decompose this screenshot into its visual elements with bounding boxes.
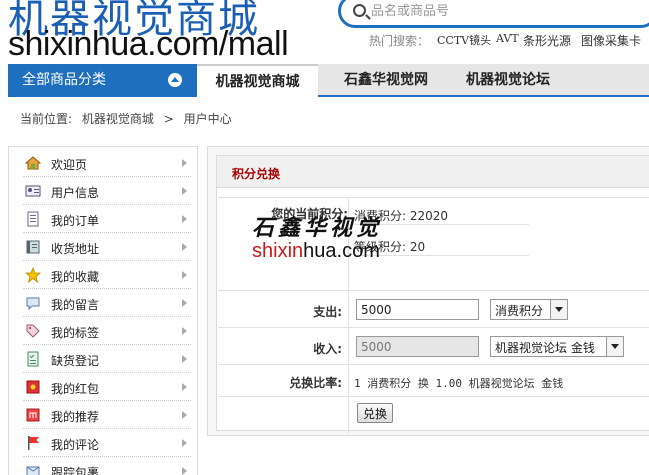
chevron-right-icon (182, 271, 187, 279)
dropdown-arrow-icon (550, 300, 567, 319)
row-divider (218, 396, 649, 397)
pay-currency-value: 消费积分 (495, 304, 544, 318)
hot-link-cctv[interactable]: CCTV镜头 (437, 32, 491, 48)
chevron-up-icon (168, 73, 182, 87)
watermark-url-red: shixin (252, 240, 304, 262)
search-input[interactable] (371, 1, 641, 21)
exchange-submit-button[interactable]: 兑换 (357, 403, 394, 423)
chevron-right-icon (182, 355, 187, 363)
sidebar-item-messages[interactable]: 我的留言 (23, 291, 191, 317)
red-packet-icon (26, 380, 40, 394)
sidebar-item-label: 我的留言 (51, 298, 100, 312)
sidebar-item-label: 缺货登记 (51, 354, 100, 368)
breadcrumb-prefix: 当前位置: (20, 112, 73, 126)
breadcrumb-current: 用户中心 (183, 112, 232, 126)
tag-icon (26, 324, 40, 338)
pay-amount-input[interactable] (356, 299, 479, 320)
flag-icon (28, 436, 39, 450)
exchange-panel-inner: 积分兑换 您的当前积分: 消费积分: 22020 等级积分: 20 支出: 消费… (216, 155, 649, 433)
sidebar-item-label: 我的订单 (51, 214, 100, 228)
id-card-icon (25, 185, 41, 197)
chevron-right-icon (182, 411, 187, 419)
watermark: 石鑫华视觉 shixinhua.com (252, 210, 412, 268)
chevron-right-icon (182, 467, 187, 475)
breadcrumb-separator: > (163, 112, 174, 126)
tab-mall[interactable]: 机器视觉商城 (197, 64, 318, 97)
search-box[interactable] (338, 0, 649, 28)
row-divider (218, 290, 649, 291)
user-center-sidebar: 欢迎页 用户信息 我的订单 收货地址 我的收藏 我的留言 我的标签 缺货登记 我 (8, 146, 198, 475)
row-divider (218, 327, 649, 328)
tab-vision-site[interactable]: 石鑫华视觉网 (326, 64, 446, 97)
sidebar-item-user-info[interactable]: 用户信息 (23, 179, 191, 205)
sidebar-item-label: 我的推荐 (51, 410, 100, 424)
sidebar-item-tags[interactable]: 我的标签 (23, 319, 191, 345)
sidebar-item-label: 我的红包 (51, 382, 100, 396)
sidebar-item-reviews[interactable]: 我的评论 (23, 431, 191, 457)
exchange-panel: 积分兑换 您的当前积分: 消费积分: 22020 等级积分: 20 支出: 消费… (207, 146, 649, 436)
income-amount-input (356, 336, 479, 357)
chevron-right-icon (182, 327, 187, 335)
sidebar-item-red-packet[interactable]: 我的红包 (23, 375, 191, 401)
sidebar-item-recommend[interactable]: 我的推荐 (23, 403, 191, 429)
home-icon (25, 156, 41, 170)
chevron-right-icon (182, 243, 187, 251)
breadcrumb: 当前位置: 机器视觉商城 > 用户中心 (20, 110, 238, 127)
tab-forum[interactable]: 机器视觉论坛 (448, 64, 568, 97)
rate-label: 兑换比率: (289, 376, 342, 390)
address-book-icon (26, 240, 40, 254)
panel-title-bar: 积分兑换 (217, 156, 649, 188)
recommend-icon (26, 408, 40, 422)
sidebar-item-label: 我的收藏 (51, 270, 100, 284)
document-icon (27, 211, 39, 227)
row-divider (218, 197, 649, 198)
chevron-right-icon (182, 159, 187, 167)
dropdown-arrow-icon (606, 337, 623, 356)
hot-link-avt[interactable]: AVT (496, 32, 519, 45)
watermark-cn: 石鑫华视觉 (252, 215, 383, 241)
breadcrumb-link-mall[interactable]: 机器视觉商城 (82, 112, 154, 126)
sidebar-item-label: 用户信息 (51, 186, 100, 200)
search-icon (353, 4, 366, 17)
chevron-right-icon (182, 215, 187, 223)
sidebar-item-label: 欢迎页 (51, 158, 88, 172)
sidebar-item-label: 收货地址 (51, 242, 100, 256)
sidebar-item-stockout[interactable]: 缺货登记 (23, 347, 191, 373)
chevron-right-icon (182, 187, 187, 195)
speech-bubble-icon (26, 297, 40, 311)
pay-label: 支出: (313, 305, 342, 319)
star-icon (25, 267, 41, 283)
main-nav: 全部商品分类 机器视觉商城 石鑫华视觉网 机器视觉论坛 (8, 64, 649, 97)
income-currency-select[interactable]: 机器视觉论坛 金钱 (490, 336, 624, 357)
all-categories-button[interactable]: 全部商品分类 (8, 64, 197, 97)
watermark-url-dark: hua.com (303, 240, 380, 262)
panel-title: 积分兑换 (232, 167, 281, 181)
all-categories-label: 全部商品分类 (22, 72, 106, 88)
hot-link-capture-card[interactable]: 图像采集卡 (581, 32, 641, 49)
pay-currency-select[interactable]: 消费积分 (490, 299, 568, 320)
logo-url[interactable]: shixinhua.com/mall (8, 25, 289, 64)
sidebar-item-label: 我的评论 (51, 438, 100, 452)
row-divider (218, 364, 649, 365)
sidebar-item-label: 我的标签 (51, 326, 100, 340)
hot-link-light-source[interactable]: 条形光源 (523, 32, 571, 49)
package-icon (26, 466, 40, 475)
income-currency-value: 机器视觉论坛 金钱 (495, 341, 595, 355)
sidebar-item-address[interactable]: 收货地址 (23, 235, 191, 261)
checklist-icon (27, 351, 39, 367)
sidebar-item-favorites[interactable]: 我的收藏 (23, 263, 191, 289)
sidebar-item-tracking[interactable]: 跟踪包裹 (23, 459, 191, 475)
rate-value: 1 消费积分 换 1.00 机器视觉论坛 金钱 (354, 377, 564, 390)
chevron-right-icon (182, 383, 187, 391)
chevron-right-icon (182, 299, 187, 307)
sidebar-item-welcome[interactable]: 欢迎页 (23, 151, 191, 177)
chevron-right-icon (182, 439, 187, 447)
watermark-url: shixinhua.com (252, 240, 380, 263)
income-label: 收入: (313, 342, 342, 356)
sidebar-item-orders[interactable]: 我的订单 (23, 207, 191, 233)
sidebar-item-label: 跟踪包裹 (51, 466, 100, 475)
hot-search-label: 热门搜索： (369, 34, 430, 48)
